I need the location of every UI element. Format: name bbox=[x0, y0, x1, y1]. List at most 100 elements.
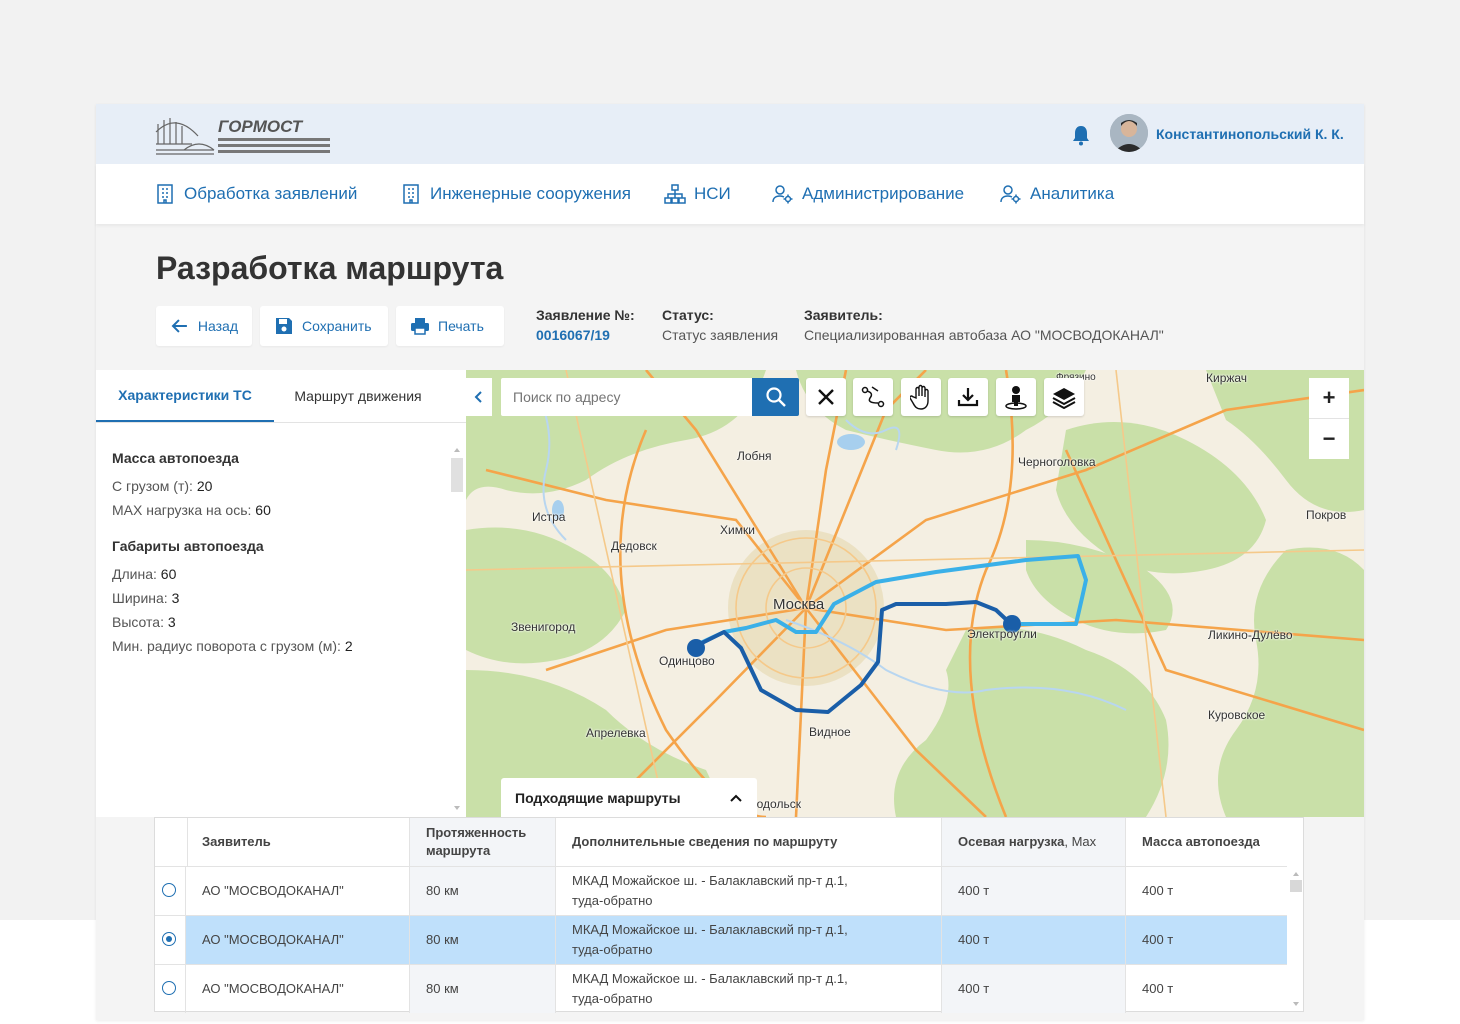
height-label: Высота: bbox=[112, 614, 168, 630]
hierarchy-icon bbox=[664, 184, 686, 204]
svg-text:ГОРМОСТ: ГОРМОСТ bbox=[218, 117, 304, 136]
mass-load-value: 20 bbox=[196, 478, 213, 494]
height-value: 3 bbox=[167, 614, 176, 630]
column-header-mass[interactable]: Масса автопоезда bbox=[1126, 818, 1287, 866]
row-select-cell bbox=[155, 867, 186, 915]
suitable-routes-toggle[interactable]: Подходящие маршруты bbox=[501, 778, 757, 817]
layers-icon bbox=[1052, 388, 1076, 409]
map-place-label: Киржач bbox=[1206, 371, 1248, 385]
table-scrollbar[interactable] bbox=[1289, 866, 1303, 1011]
routes-table: Заявитель Протяженность маршрута Дополни… bbox=[154, 817, 1304, 1013]
map-place-label: Москва bbox=[773, 596, 825, 613]
row-radio-button[interactable] bbox=[162, 883, 176, 897]
nav-item-analytics[interactable]: Аналитика bbox=[1000, 182, 1114, 206]
save-button-label: Сохранить bbox=[302, 318, 372, 334]
close-icon bbox=[818, 389, 834, 405]
user-name[interactable]: Константинопольский К. К. bbox=[1156, 126, 1344, 142]
info-cell: МКАД Можайское ш. - Балаклавский пр-т д.… bbox=[556, 916, 942, 964]
draw-route-button[interactable] bbox=[853, 378, 893, 416]
application-number[interactable]: 0016067/19 bbox=[536, 327, 610, 343]
map-canvas[interactable] bbox=[466, 370, 1364, 817]
floppy-disk-icon bbox=[276, 318, 292, 334]
clear-route-button[interactable] bbox=[806, 378, 846, 416]
print-button-label: Печать bbox=[438, 318, 484, 334]
tab-vehicle-characteristics[interactable]: Характеристики ТС bbox=[96, 370, 274, 422]
download-button[interactable] bbox=[948, 378, 988, 416]
pan-map-button[interactable] bbox=[901, 378, 941, 416]
tab-route[interactable]: Маршрут движения bbox=[274, 370, 442, 422]
nav-item-applications[interactable]: Обработка заявлений bbox=[154, 182, 357, 206]
map-place-label: Истра bbox=[532, 510, 566, 524]
status-value: Статус заявления bbox=[662, 327, 779, 343]
tabs-divider bbox=[96, 422, 466, 423]
nav-label: Администрирование bbox=[802, 184, 965, 203]
map-place-label: Черноголовка bbox=[1018, 455, 1096, 469]
gormost-logo: ГОРМОСТ bbox=[154, 110, 334, 160]
building-icon bbox=[403, 184, 419, 204]
nav-item-nsi[interactable]: НСИ bbox=[664, 182, 731, 206]
map-place-label: Куровское bbox=[1208, 708, 1266, 722]
length-row: Длина: 60 bbox=[112, 566, 176, 582]
turn-radius-value: 2 bbox=[344, 638, 353, 654]
axle-load-row: MAX нагрузка на ось: 60 bbox=[112, 502, 271, 518]
panel-scrollbar[interactable] bbox=[451, 444, 463, 814]
table-row[interactable]: АО "МОСВОДОКАНАЛ" 80 км МКАД Можайское ш… bbox=[155, 964, 1287, 1013]
zoom-out-button[interactable]: − bbox=[1309, 418, 1349, 459]
back-button[interactable]: Назад bbox=[156, 306, 252, 346]
print-button[interactable]: Печать bbox=[396, 306, 504, 346]
table-row[interactable]: АО "МОСВОДОКАНАЛ" 80 км МКАД Можайское ш… bbox=[155, 866, 1287, 915]
axle-load-label: MAX нагрузка на ось: bbox=[112, 502, 256, 518]
length-cell: 80 км bbox=[410, 916, 556, 964]
column-header-info[interactable]: Дополнительные сведения по маршруту bbox=[556, 818, 942, 866]
column-header-length[interactable]: Протяженность маршрута bbox=[410, 818, 556, 866]
map-layers-button[interactable] bbox=[1044, 378, 1084, 416]
dimensions-section-title: Габариты автопоезда bbox=[112, 538, 264, 554]
main-nav: Обработка заявлений Инженерные сооружени… bbox=[96, 164, 1364, 224]
row-radio-button[interactable] bbox=[162, 981, 176, 995]
mass-cell: 400 т bbox=[1142, 932, 1174, 947]
map-place-label: Одинцово bbox=[659, 654, 715, 668]
info-line-2: туда-обратно bbox=[572, 893, 653, 908]
address-search-input[interactable] bbox=[501, 378, 752, 416]
locate-user-button[interactable] bbox=[996, 378, 1036, 416]
status-label: Статус: bbox=[662, 307, 714, 323]
width-row: Ширина: 3 bbox=[112, 590, 179, 606]
zoom-in-button[interactable]: + bbox=[1309, 378, 1349, 418]
row-radio-button[interactable] bbox=[162, 932, 176, 946]
map-place-label: Апрелевка bbox=[586, 726, 646, 740]
search-icon bbox=[765, 387, 786, 407]
nav-item-admin[interactable]: Администрирование bbox=[772, 182, 964, 206]
user-avatar[interactable] bbox=[1110, 114, 1148, 152]
notification-bell-icon[interactable] bbox=[1071, 124, 1091, 146]
map-place-label: Ликино-Дулёво bbox=[1208, 628, 1293, 642]
map-place-label: Химки bbox=[720, 523, 755, 537]
collapse-panel-button[interactable] bbox=[466, 378, 492, 416]
nav-label: Обработка заявлений bbox=[184, 184, 358, 203]
width-label: Ширина: bbox=[112, 590, 172, 606]
turn-radius-label: Мин. радиус поворота с грузом (м): bbox=[112, 638, 345, 654]
mass-section-title: Масса автопоезда bbox=[112, 450, 239, 466]
axle-load-value: 60 bbox=[255, 502, 271, 518]
search-button[interactable] bbox=[752, 378, 799, 416]
printer-icon bbox=[411, 318, 429, 335]
applicant-cell: АО "МОСВОДОКАНАЛ" bbox=[186, 916, 410, 964]
map-view[interactable]: Фрязино Киржач Лобня Черноголовка Истра … bbox=[466, 370, 1364, 817]
column-header-applicant[interactable]: Заявитель bbox=[186, 818, 410, 866]
width-value: 3 bbox=[171, 590, 180, 606]
nav-label: Аналитика bbox=[1030, 184, 1115, 203]
map-place-label: Лобня bbox=[737, 449, 772, 463]
chevron-left-icon bbox=[474, 391, 482, 403]
mass-load-label: С грузом (т): bbox=[112, 478, 197, 494]
download-icon bbox=[957, 388, 979, 407]
info-line-1: МКАД Можайское ш. - Балаклавский пр-т д.… bbox=[572, 971, 848, 986]
nav-item-structures[interactable]: Инженерные сооружения bbox=[400, 182, 631, 206]
applicant-value: Специализированная автобаза АО "МОСВОДОК… bbox=[804, 327, 1164, 343]
table-row-selected[interactable]: АО "МОСВОДОКАНАЛ" 80 км МКАД Можайское ш… bbox=[155, 915, 1287, 964]
axle-load-cell: 400 т bbox=[942, 916, 1126, 964]
column-header-axle-load[interactable]: Осевая нагрузка, Max bbox=[942, 818, 1126, 866]
length-label: Длина: bbox=[112, 566, 161, 582]
arrow-left-icon bbox=[171, 319, 187, 333]
nav-label: НСИ bbox=[694, 184, 731, 203]
save-button[interactable]: Сохранить bbox=[260, 306, 388, 346]
info-line-1: МКАД Можайское ш. - Балаклавский пр-т д.… bbox=[572, 873, 848, 888]
